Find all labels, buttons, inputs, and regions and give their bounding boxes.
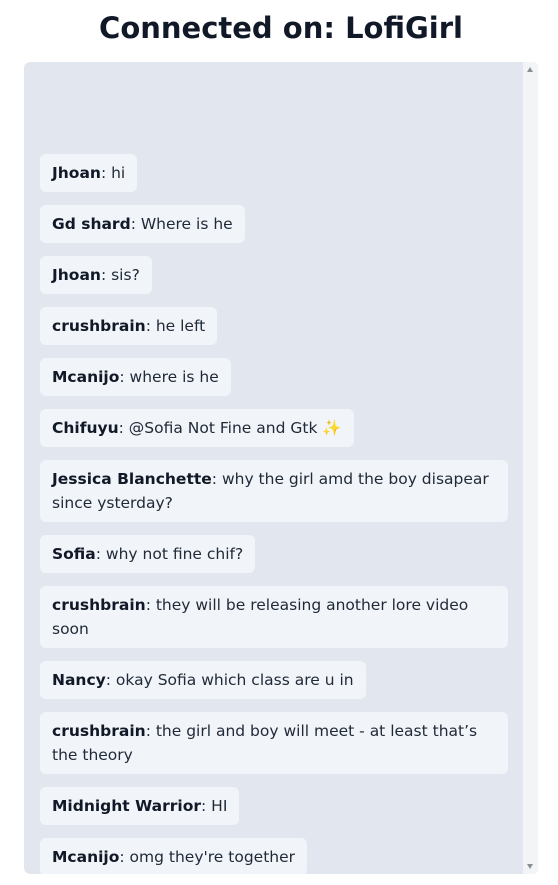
message-text: why not fine chif? (105, 545, 244, 563)
message-text: @Sofia Not Fine and Gtk ✨ (128, 419, 342, 437)
scroll-up-arrow-icon[interactable] (527, 67, 533, 72)
message-text: sis? (111, 266, 140, 284)
message-text: hi (111, 164, 126, 182)
channel-name: LofiGirl (345, 11, 463, 45)
chat-panel: Jhoan: hi Gd shard: Where is he Jhoan: s… (24, 62, 538, 874)
chat-message: Nancy: okay Sofia which class are u in (40, 661, 366, 699)
chat-message: crushbrain: they will be releasing anoth… (40, 586, 508, 648)
chat-message: crushbrain: he left (40, 307, 218, 345)
message-text: HI (211, 797, 228, 815)
message-username: crushbrain (52, 722, 146, 740)
chat-message: Sofia: why not fine chif? (40, 535, 256, 573)
message-username: Jessica Blanchette (52, 470, 212, 488)
page-title: Connected on: LofiGirl (0, 8, 558, 48)
message-list: Jhoan: hi Gd shard: Where is he Jhoan: s… (40, 154, 508, 874)
chat-scrollbar[interactable] (523, 62, 538, 874)
chat-message: Jhoan: sis? (40, 256, 152, 294)
chat-message: Jhoan: hi (40, 154, 138, 192)
message-username: Mcanijo (52, 848, 120, 866)
message-text: omg they're together (129, 848, 296, 866)
message-username: crushbrain (52, 596, 146, 614)
scroll-down-arrow-icon[interactable] (527, 864, 533, 869)
message-text: he left (155, 317, 206, 335)
message-username: Jhoan (52, 164, 101, 182)
message-username: Sofia (52, 545, 96, 563)
message-username: Mcanijo (52, 368, 120, 386)
chat-message: Jessica Blanchette: why the girl amd the… (40, 460, 508, 522)
message-text: okay Sofia which class are u in (115, 671, 354, 689)
chat-message: crushbrain: the girl and boy will meet -… (40, 712, 508, 774)
message-username: Midnight Warrior (52, 797, 202, 815)
chat-message: Mcanijo: where is he (40, 358, 231, 396)
chat-message: Gd shard: Where is he (40, 205, 245, 243)
message-username: Jhoan (52, 266, 101, 284)
message-text: Where is he (140, 215, 233, 233)
message-text: where is he (129, 368, 219, 386)
chat-message: Chifuyu: @Sofia Not Fine and Gtk ✨ (40, 409, 354, 447)
message-username: crushbrain (52, 317, 146, 335)
chat-message: Mcanijo: omg they're together (40, 838, 308, 874)
message-username: Gd shard (52, 215, 131, 233)
message-username: Nancy (52, 671, 106, 689)
chat-message: Midnight Warrior: HI (40, 787, 240, 825)
message-username: Chifuyu (52, 419, 119, 437)
title-prefix: Connected on: (99, 11, 346, 45)
